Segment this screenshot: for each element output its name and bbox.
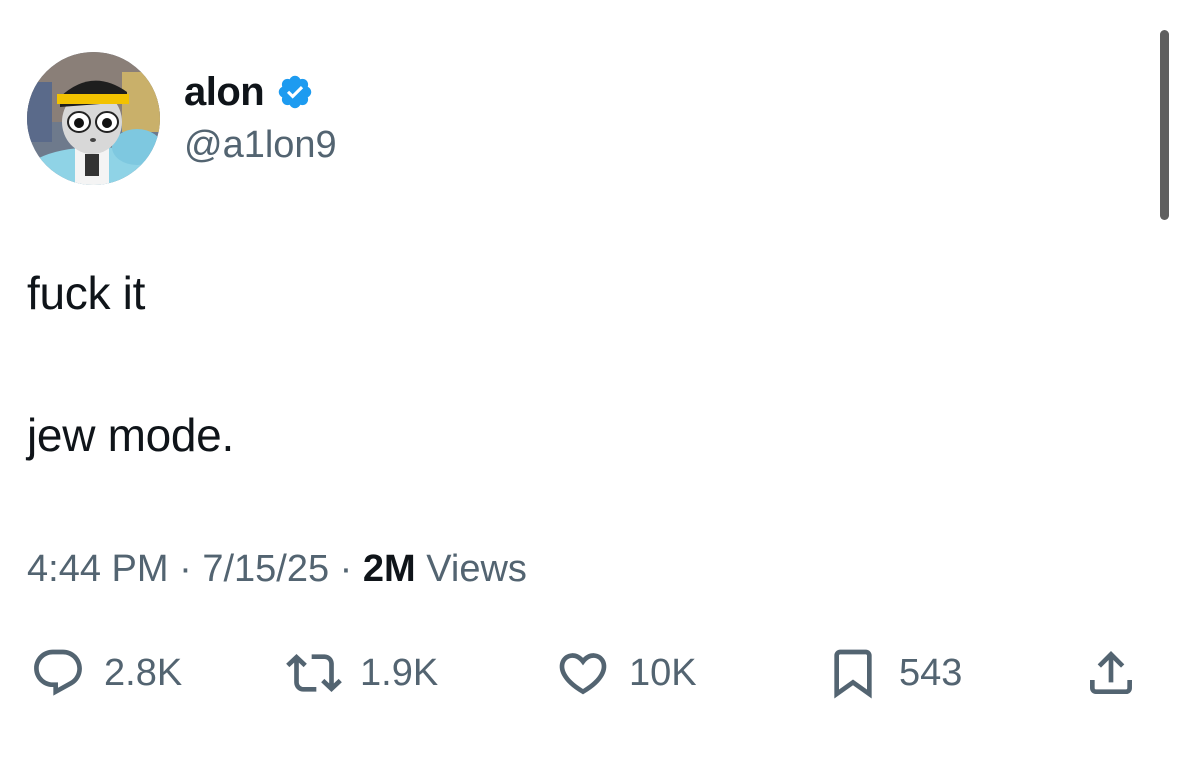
tweet-meta: 4:44 PM · 7/15/25 · 2M Views (27, 548, 527, 591)
like-button[interactable]: 10K (555, 640, 697, 706)
bookmark-button[interactable]: 543 (825, 640, 962, 706)
tweet-text-line: fuck it (27, 267, 146, 319)
reply-button[interactable]: 2.8K (30, 640, 182, 706)
views-label: Views (426, 548, 527, 590)
tweet-time[interactable]: 4:44 PM (27, 548, 169, 590)
display-name[interactable]: alon (184, 70, 265, 115)
views-count[interactable]: 2M (363, 548, 416, 590)
avatar-icon (27, 52, 160, 185)
share-button[interactable] (1083, 640, 1139, 706)
reply-count: 2.8K (104, 651, 183, 694)
repost-count: 1.9K (360, 651, 439, 694)
share-icon (1090, 651, 1132, 694)
scrollbar[interactable] (1160, 30, 1169, 220)
tweet-date[interactable]: 7/15/25 (202, 548, 329, 590)
author-handle[interactable]: @a1lon9 (184, 124, 337, 167)
like-count: 10K (629, 651, 697, 694)
repost-icon (286, 654, 342, 692)
bookmark-icon (834, 649, 872, 699)
bookmark-count: 543 (899, 651, 963, 694)
heart-icon (559, 653, 607, 695)
avatar[interactable] (27, 52, 160, 185)
action-bar: 2.8K 1.9K 10K 543 (0, 640, 1178, 706)
reply-icon (34, 649, 82, 696)
meta-separator: · (339, 548, 353, 590)
repost-button[interactable]: 1.9K (286, 640, 438, 706)
meta-separator: · (179, 548, 192, 590)
author-row: alon (184, 68, 314, 116)
tweet-text-line: jew mode. (27, 409, 234, 461)
verified-badge-icon (279, 75, 312, 109)
